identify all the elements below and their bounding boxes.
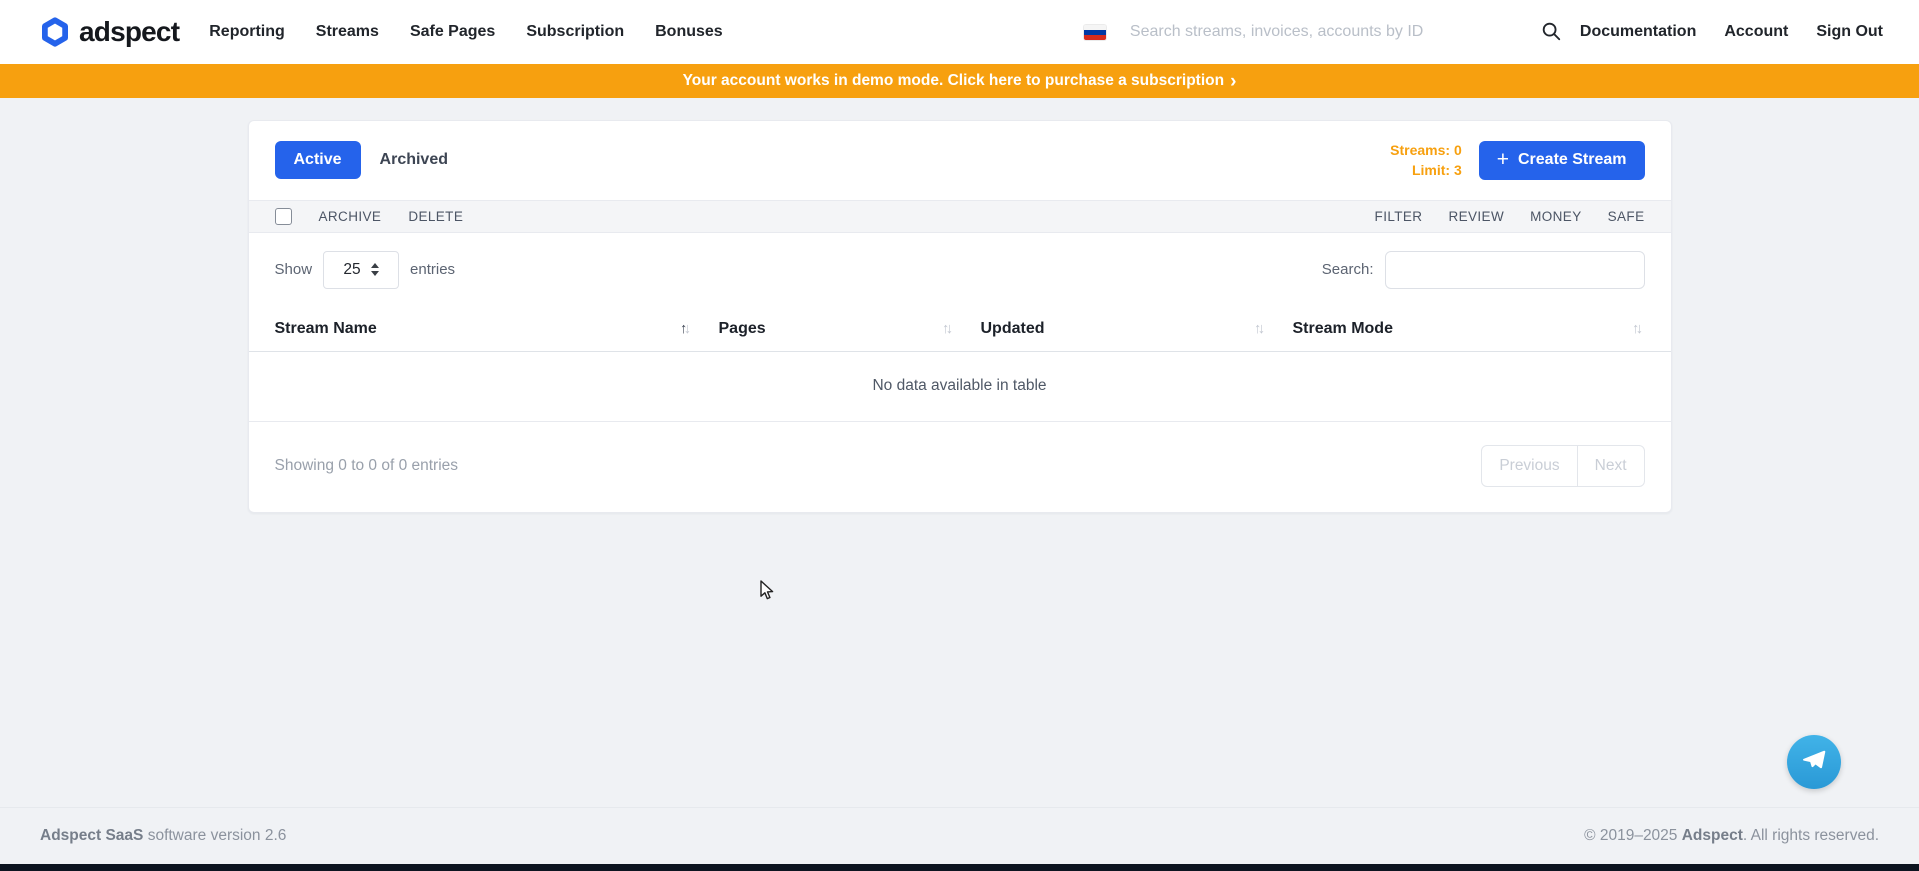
table-controls: Show 25 entries Search: xyxy=(249,233,1671,307)
page-size-select[interactable]: 25 xyxy=(323,251,399,289)
table-search-input[interactable] xyxy=(1385,251,1645,289)
adspect-logo[interactable]: adspect xyxy=(40,16,179,48)
show-label: Show xyxy=(275,261,313,278)
navbar-right: Documentation Account Sign Out xyxy=(1084,16,1883,49)
review-action[interactable]: REVIEW xyxy=(1448,209,1504,224)
card-footer: Showing 0 to 0 of 0 entries Previous Nex… xyxy=(249,422,1671,512)
create-stream-label: Create Stream xyxy=(1518,151,1627,169)
next-page-button[interactable]: Next xyxy=(1577,445,1645,487)
sort-icon: ↑↓ xyxy=(680,321,691,337)
money-action[interactable]: MONEY xyxy=(1530,209,1582,224)
nav-item-reporting[interactable]: Reporting xyxy=(209,23,285,41)
stream-quota: Streams: 0 Limit: 3 xyxy=(1390,140,1462,181)
table-empty-state: No data available in table xyxy=(249,352,1671,422)
select-caret-icon xyxy=(371,263,379,276)
toolbar-right: FILTER REVIEW MONEY SAFE xyxy=(1375,209,1645,224)
nav-link-documentation[interactable]: Documentation xyxy=(1580,23,1696,41)
footer-version: Adspect SaaS software version 2.6 xyxy=(40,827,286,845)
plus-icon: + xyxy=(1497,151,1509,170)
tab-archived[interactable]: Archived xyxy=(380,151,448,169)
sort-icon: ↑↓ xyxy=(1632,321,1643,337)
streams-limit: Limit: 3 xyxy=(1390,160,1462,180)
tab-active[interactable]: Active xyxy=(275,141,361,179)
telegram-paper-plane-icon xyxy=(1801,747,1827,778)
navbar-links: Documentation Account Sign Out xyxy=(1580,23,1883,41)
entries-label: entries xyxy=(410,261,455,278)
nav-item-safe-pages[interactable]: Safe Pages xyxy=(410,23,495,41)
toolbar-left: ARCHIVE DELETE xyxy=(275,208,464,225)
table-search-label: Search: xyxy=(1322,261,1374,278)
telegram-chat-button[interactable] xyxy=(1787,735,1841,789)
banner-text: Your account works in demo mode. Click h… xyxy=(683,72,1224,90)
column-pages[interactable]: Pages ↑↓ xyxy=(719,307,981,351)
bottom-dark-bar xyxy=(0,864,1919,871)
search-icon xyxy=(1540,20,1562,45)
previous-page-button[interactable]: Previous xyxy=(1481,445,1577,487)
streams-card: Active Archived Streams: 0 Limit: 3 + Cr… xyxy=(248,120,1672,513)
safe-action[interactable]: SAFE xyxy=(1608,209,1645,224)
nav-item-bonuses[interactable]: Bonuses xyxy=(655,23,723,41)
demo-mode-banner[interactable]: Your account works in demo mode. Click h… xyxy=(0,64,1919,98)
nav-item-subscription[interactable]: Subscription xyxy=(526,23,624,41)
delete-action[interactable]: DELETE xyxy=(408,209,463,224)
page-footer: Adspect SaaS software version 2.6 © 2019… xyxy=(0,807,1919,864)
footer-copyright: © 2019–2025 Adspect. All rights reserved… xyxy=(1584,827,1879,845)
mouse-cursor xyxy=(759,580,778,606)
entries-summary: Showing 0 to 0 of 0 entries xyxy=(275,457,459,475)
sort-icon: ↑↓ xyxy=(942,321,953,337)
search-button[interactable] xyxy=(1536,16,1566,49)
nav-item-streams[interactable]: Streams xyxy=(316,23,379,41)
create-stream-button[interactable]: + Create Stream xyxy=(1479,141,1645,180)
flag-ru-icon[interactable] xyxy=(1084,25,1106,40)
card-header-right: Streams: 0 Limit: 3 + Create Stream xyxy=(1390,140,1644,181)
brand-name: adspect xyxy=(79,16,179,48)
navbar: adspect Reporting Streams Safe Pages Sub… xyxy=(0,0,1919,64)
global-search-input[interactable] xyxy=(1130,23,1530,41)
bulk-actions-toolbar: ARCHIVE DELETE FILTER REVIEW MONEY SAFE xyxy=(249,200,1671,233)
filter-action[interactable]: FILTER xyxy=(1375,209,1423,224)
column-stream-name[interactable]: Stream Name ↑↓ xyxy=(275,307,719,351)
pagination: Previous Next xyxy=(1481,445,1644,487)
nav-link-account[interactable]: Account xyxy=(1724,23,1788,41)
page-size-value: 25 xyxy=(343,261,360,279)
archive-action[interactable]: ARCHIVE xyxy=(319,209,382,224)
nav-link-sign-out[interactable]: Sign Out xyxy=(1816,23,1883,41)
table-header: Stream Name ↑↓ Pages ↑↓ Updated ↑↓ Strea… xyxy=(249,307,1671,352)
streams-count: Streams: 0 xyxy=(1390,140,1462,160)
column-updated[interactable]: Updated ↑↓ xyxy=(981,307,1293,351)
card-header: Active Archived Streams: 0 Limit: 3 + Cr… xyxy=(249,121,1671,200)
column-stream-mode[interactable]: Stream Mode ↑↓ xyxy=(1293,307,1645,351)
chevron-right-icon: › xyxy=(1230,72,1236,91)
hexagon-logo-icon xyxy=(40,17,70,47)
main-nav: Reporting Streams Safe Pages Subscriptio… xyxy=(209,23,722,41)
table-search-group: Search: xyxy=(1322,251,1645,289)
sort-icon: ↑↓ xyxy=(1254,321,1265,337)
select-all-checkbox[interactable] xyxy=(275,208,292,225)
